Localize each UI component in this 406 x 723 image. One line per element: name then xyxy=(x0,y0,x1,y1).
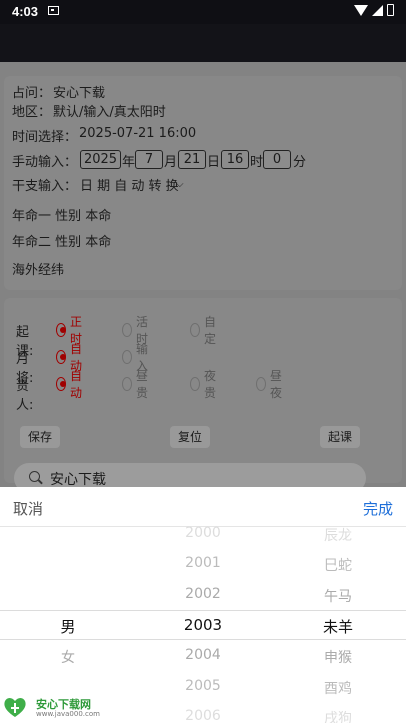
zodiac-option[interactable]: 辰龙 xyxy=(278,525,398,545)
time-select-value[interactable]: 2025-07-21 16:00 xyxy=(79,126,196,141)
guiren-label: 贵人: xyxy=(16,379,34,413)
radio-icon[interactable] xyxy=(190,377,200,391)
radio-icon[interactable] xyxy=(122,350,132,364)
picker-sheet: 取消 完成 男 女 2000 2001 2002 2003 2004 2005 … xyxy=(0,487,406,723)
yuejiang-option-auto[interactable]: 自动 xyxy=(56,342,86,373)
gender-option[interactable]: 女 xyxy=(8,647,128,667)
radio-icon[interactable] xyxy=(122,323,132,337)
save-button[interactable]: 保存 xyxy=(20,426,61,448)
search-input[interactable]: 安心下载 xyxy=(50,469,106,489)
hour-unit: 时 xyxy=(250,155,264,170)
month-input[interactable]: 7 xyxy=(135,150,163,169)
year-input[interactable]: 2025 xyxy=(80,150,121,169)
radio-selected-icon[interactable] xyxy=(56,377,66,391)
zodiac-option[interactable]: 戌狗 xyxy=(278,708,398,723)
qike-option-custom[interactable]: 自定 xyxy=(190,315,220,346)
year-option[interactable]: 2002 xyxy=(143,586,263,602)
day-unit: 日 xyxy=(207,155,221,170)
manual-input-label: 手动输入： xyxy=(12,155,78,170)
life-one[interactable]: 年命一 性别 本命 xyxy=(12,205,111,224)
qike-option-huoshi[interactable]: 活时 xyxy=(122,315,152,346)
qike-option-label: 自定 xyxy=(204,315,217,346)
year-unit: 年 xyxy=(122,155,136,170)
watermark: 安心下载网 www.java000.com xyxy=(2,693,122,721)
ganzhi-value[interactable]: 日 期 自 动 转 换 xyxy=(80,175,179,194)
hour-input[interactable]: 16 xyxy=(221,150,249,169)
year-option[interactable]: 2004 xyxy=(143,647,263,663)
zodiac-option[interactable]: 午马 xyxy=(278,586,398,606)
guiren-option-day[interactable]: 昼贵 xyxy=(122,369,152,400)
radio-selected-icon[interactable] xyxy=(56,323,66,337)
question-value[interactable]: 安心下载 xyxy=(53,82,105,101)
qike-option-zhengshi[interactable]: 正时 xyxy=(56,315,86,346)
yuejiang-option-input[interactable]: 输入 xyxy=(122,342,152,373)
status-bar: 4:03 xyxy=(0,0,406,24)
options-card: 起课: 正时 活时 自定 月将: 自动 输入 贵人: 自动 昼贵 夜贵 昼夜 xyxy=(4,298,402,483)
radio-selected-icon[interactable] xyxy=(56,350,66,364)
guiren-option-auto[interactable]: 自动 xyxy=(56,369,86,400)
guiren-option-daynight[interactable]: 昼夜 xyxy=(256,369,286,400)
search-icon xyxy=(29,471,40,482)
done-button[interactable]: 完成 xyxy=(363,498,393,519)
watermark-logo-icon xyxy=(4,698,26,717)
guiren-option-label: 夜贵 xyxy=(204,369,217,400)
year-option-selected[interactable]: 2003 xyxy=(143,616,263,634)
radio-icon[interactable] xyxy=(190,323,200,337)
year-option[interactable]: 2001 xyxy=(143,555,263,571)
year-option[interactable]: 2006 xyxy=(143,708,263,723)
overseas-coordinates[interactable]: 海外经纬 xyxy=(12,259,64,278)
reset-button[interactable]: 复位 xyxy=(170,426,211,448)
ganzhi-label: 干支输入： xyxy=(12,179,78,194)
sim-card-icon xyxy=(48,6,59,15)
status-icons xyxy=(354,4,394,16)
start-button[interactable]: 起课 xyxy=(320,426,361,448)
question-label: 占问： xyxy=(12,86,52,101)
signal-icon xyxy=(372,4,383,16)
region-label: 地区： xyxy=(12,105,52,120)
year-option[interactable]: 2000 xyxy=(143,525,263,541)
zodiac-option[interactable]: 申猴 xyxy=(278,647,398,667)
year-option[interactable]: 2005 xyxy=(143,678,263,694)
life-two[interactable]: 年命二 性别 本命 xyxy=(12,231,111,250)
status-time: 4:03 xyxy=(12,4,39,19)
watermark-url: www.java000.com xyxy=(36,710,100,718)
guiren-option-night[interactable]: 夜贵 xyxy=(190,369,220,400)
zodiac-option-selected[interactable]: 未羊 xyxy=(278,616,398,637)
zodiac-option[interactable]: 巳蛇 xyxy=(278,555,398,575)
guiren-option-label: 自动 xyxy=(70,369,83,400)
guiren-option-label: 昼贵 xyxy=(136,369,149,400)
main-content: 占问： 安心下载 地区： 默认/输入/真太阳时 时间选择： 2025-07-21… xyxy=(0,62,406,493)
battery-icon xyxy=(387,4,394,16)
time-select-label: 时间选择： xyxy=(12,130,78,145)
gender-option-selected[interactable]: 男 xyxy=(8,616,128,637)
region-value[interactable]: 默认/输入/真太阳时 xyxy=(53,101,166,120)
month-unit: 月 xyxy=(164,155,178,170)
minute-input[interactable]: 0 xyxy=(263,150,291,169)
radio-icon[interactable] xyxy=(122,377,132,391)
chevron-down-icon[interactable]: ⌵ xyxy=(176,179,184,190)
day-input[interactable]: 21 xyxy=(178,150,206,169)
radio-icon[interactable] xyxy=(256,377,266,391)
guiren-option-label: 昼夜 xyxy=(270,369,283,400)
app-bar xyxy=(0,24,406,62)
input-card: 占问： 安心下载 地区： 默认/输入/真太阳时 时间选择： 2025-07-21… xyxy=(4,76,402,290)
zodiac-option[interactable]: 酉鸡 xyxy=(278,678,398,698)
wifi-icon xyxy=(354,4,368,16)
minute-unit: 分 xyxy=(293,155,307,170)
cancel-button[interactable]: 取消 xyxy=(13,498,43,519)
picker-header: 取消 完成 xyxy=(0,487,406,527)
